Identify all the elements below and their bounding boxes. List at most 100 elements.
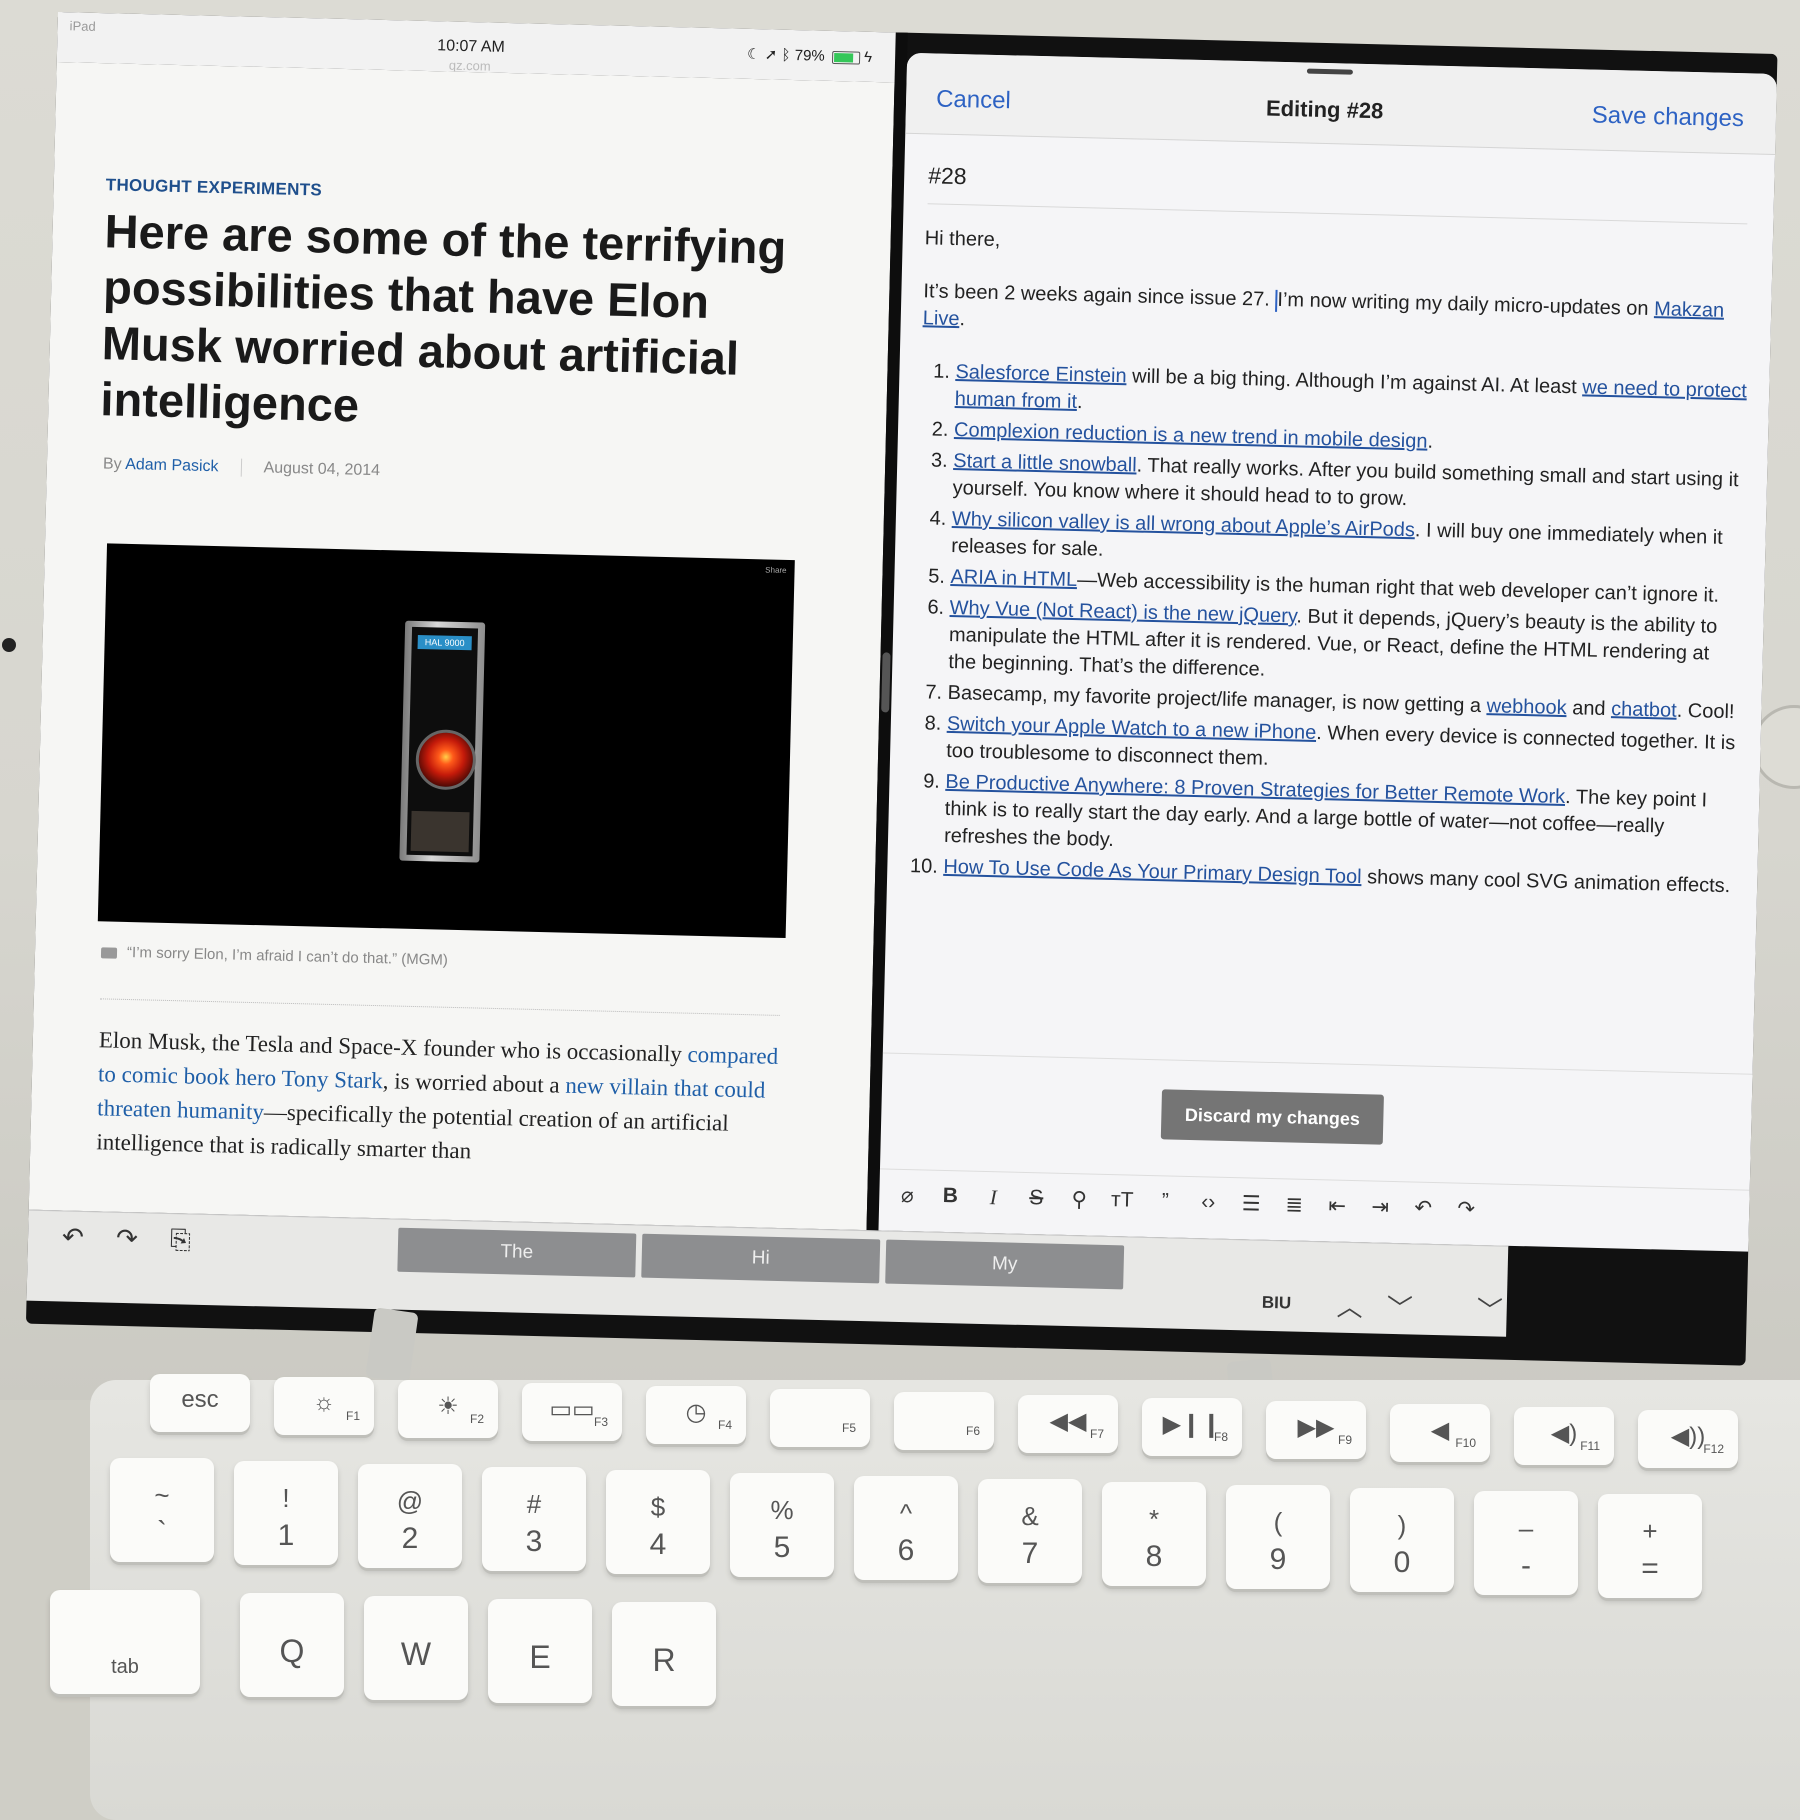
undo-icon[interactable]: ↶ — [62, 1221, 85, 1253]
battery-percent: 79% — [794, 47, 825, 65]
status-right: ☾ ➚ ᛒ 79% ϟ — [747, 45, 872, 66]
chevron-up-icon[interactable]: ︿ — [1336, 1287, 1363, 1325]
image-share[interactable]: Share — [765, 565, 787, 575]
italic-icon[interactable]: I — [981, 1184, 1006, 1210]
key-number: 1 — [277, 1519, 295, 1552]
redo-icon[interactable]: ↷ — [1454, 1196, 1479, 1222]
suggestion-3[interactable]: My — [885, 1239, 1125, 1290]
by-prefix: By — [102, 455, 122, 473]
key-number: 4 — [649, 1528, 667, 1561]
cancel-button[interactable]: Cancel — [936, 85, 1011, 115]
chevron-down-icon[interactable]: ﹀ — [1386, 1288, 1413, 1326]
quote-icon[interactable]: ” — [1153, 1189, 1178, 1214]
camera-icon — [100, 946, 118, 959]
function-key[interactable]: ☀ F2 — [398, 1380, 498, 1438]
number-key[interactable]: * 8 — [1102, 1482, 1206, 1586]
number-key[interactable]: #3 — [482, 1467, 586, 1571]
suggestion-2[interactable]: Hi — [641, 1233, 881, 1284]
intro-paragraph: It’s been 2 weeks again since issue 27. … — [922, 278, 1749, 352]
function-key[interactable]: F6 — [894, 1392, 994, 1450]
key-glyph: esc — [181, 1386, 219, 1413]
function-key[interactable]: ▭▭ F3 — [522, 1383, 622, 1441]
key-fn-label: F11 — [1580, 1439, 1600, 1453]
body-text-2: , is worried about a — [382, 1068, 566, 1098]
biu-format-button[interactable]: BIU — [1262, 1293, 1292, 1314]
editor-content[interactable]: Hi there, It’s been 2 weeks again since … — [909, 225, 1751, 904]
function-key[interactable]: ◀)) F12 — [1638, 1410, 1738, 1468]
numbered-list-icon[interactable]: ≣ — [1282, 1192, 1307, 1218]
slide-over-grabber[interactable] — [1306, 68, 1353, 75]
battery-level — [833, 52, 853, 62]
suggestion-1[interactable]: The — [397, 1227, 637, 1278]
save-changes-button[interactable]: Save changes — [1591, 102, 1745, 134]
discard-changes-button[interactable]: Discard my changes — [1160, 1089, 1384, 1145]
letter-key[interactable]: E — [488, 1599, 592, 1703]
letter-key[interactable]: Q — [240, 1593, 344, 1697]
list-link[interactable]: Why Vue (Not React) is the new jQuery — [949, 597, 1296, 627]
list-link[interactable]: Salesforce Einstein — [955, 361, 1127, 387]
function-key[interactable]: ☼ F1 — [274, 1377, 374, 1435]
number-key[interactable]: ! 1 — [234, 1461, 338, 1565]
key-number: - — [1521, 1549, 1531, 1582]
list-link[interactable]: Switch your Apple Watch to a new iPhone — [947, 713, 1317, 744]
letter-key[interactable]: R — [612, 1602, 716, 1706]
code-icon[interactable]: ‹› — [1196, 1190, 1221, 1215]
function-key[interactable]: F5 — [770, 1389, 870, 1447]
heading-icon[interactable]: тT — [1110, 1188, 1135, 1213]
key-shift-symbol: ! — [282, 1483, 290, 1513]
split-view-handle[interactable] — [881, 652, 891, 713]
list-link[interactable]: How To Use Code As Your Primary Design T… — [943, 856, 1362, 888]
number-key[interactable]: + = — [1598, 1494, 1702, 1598]
list-link[interactable]: webhook — [1486, 695, 1567, 719]
strikethrough-icon[interactable]: S — [1024, 1186, 1049, 1211]
link-icon[interactable]: ⚲ — [1067, 1187, 1092, 1213]
key-fn-label: F10 — [1455, 1436, 1476, 1450]
number-key[interactable]: @2 — [358, 1464, 462, 1568]
bold-icon[interactable]: B — [938, 1184, 963, 1209]
dismiss-keyboard-icon[interactable]: ﹀ — [1476, 1290, 1503, 1328]
issue-title-field[interactable]: #28 — [927, 153, 1749, 225]
key-shift-symbol: ~ — [154, 1480, 170, 1510]
bullet-list-icon[interactable]: ☰ — [1239, 1191, 1264, 1217]
list-link[interactable]: Start a little snowball — [953, 450, 1137, 476]
list-text: . — [1427, 430, 1434, 453]
list-link[interactable]: ARIA in HTML — [950, 566, 1077, 591]
number-key[interactable]: ^ 6 — [854, 1476, 958, 1580]
function-key[interactable]: ◀ F10 — [1390, 1404, 1490, 1462]
hal-grille — [410, 810, 470, 853]
number-key[interactable]: – - — [1474, 1491, 1578, 1595]
letter-key[interactable]: W — [364, 1596, 468, 1700]
outdent-icon[interactable]: ⇤ — [1325, 1193, 1350, 1219]
number-key[interactable]: (9 — [1226, 1485, 1330, 1589]
list-link[interactable]: chatbot — [1611, 698, 1677, 722]
function-key[interactable]: ◷ F4 — [646, 1386, 746, 1444]
function-key[interactable]: ◀◀ F7 — [1018, 1395, 1118, 1453]
list-text: . — [1076, 391, 1083, 414]
hal-eye — [415, 728, 477, 791]
editor-pane: Cancel Editing #28 Save changes #28 Hi t… — [878, 52, 1777, 1252]
number-key[interactable]: ) 0 — [1350, 1488, 1454, 1592]
article-pane[interactable]: THOUGHT EXPERIMENTS Here are some of the… — [28, 61, 895, 1231]
number-key[interactable]: % 5 — [730, 1473, 834, 1577]
function-key[interactable]: ◀) F11 — [1514, 1407, 1614, 1465]
number-key[interactable]: ~ ` — [110, 1458, 214, 1562]
attach-icon[interactable]: ⌀ — [895, 1182, 920, 1208]
function-key[interactable]: ▶▶ F9 — [1266, 1401, 1366, 1459]
letter-key[interactable]: tab — [50, 1590, 200, 1694]
key-number: 0 — [1393, 1546, 1411, 1579]
indent-icon[interactable]: ⇥ — [1368, 1194, 1393, 1220]
author-link[interactable]: Adam Pasick — [125, 456, 219, 475]
paste-icon[interactable]: ⎘ — [170, 1224, 192, 1256]
redo-icon[interactable]: ↷ — [116, 1223, 139, 1255]
undo-icon[interactable]: ↶ — [1411, 1195, 1436, 1221]
number-key[interactable]: $4 — [606, 1470, 710, 1574]
list-text: Basecamp, my favorite project/life manag… — [947, 681, 1487, 718]
key-number: ` — [157, 1516, 167, 1549]
function-key[interactable]: ▶❙❙ F8 — [1142, 1398, 1242, 1456]
function-key[interactable]: esc — [150, 1374, 250, 1432]
list-link[interactable]: Complexion reduction is a new trend in m… — [954, 419, 1428, 453]
link-list: Salesforce Einstein will be a big thing.… — [909, 358, 1748, 900]
number-key[interactable]: & 7 — [978, 1479, 1082, 1583]
article-kicker[interactable]: THOUGHT EXPERIMENTS — [106, 175, 323, 200]
list-text: will be a big thing. Although I’m agains… — [1126, 365, 1583, 399]
